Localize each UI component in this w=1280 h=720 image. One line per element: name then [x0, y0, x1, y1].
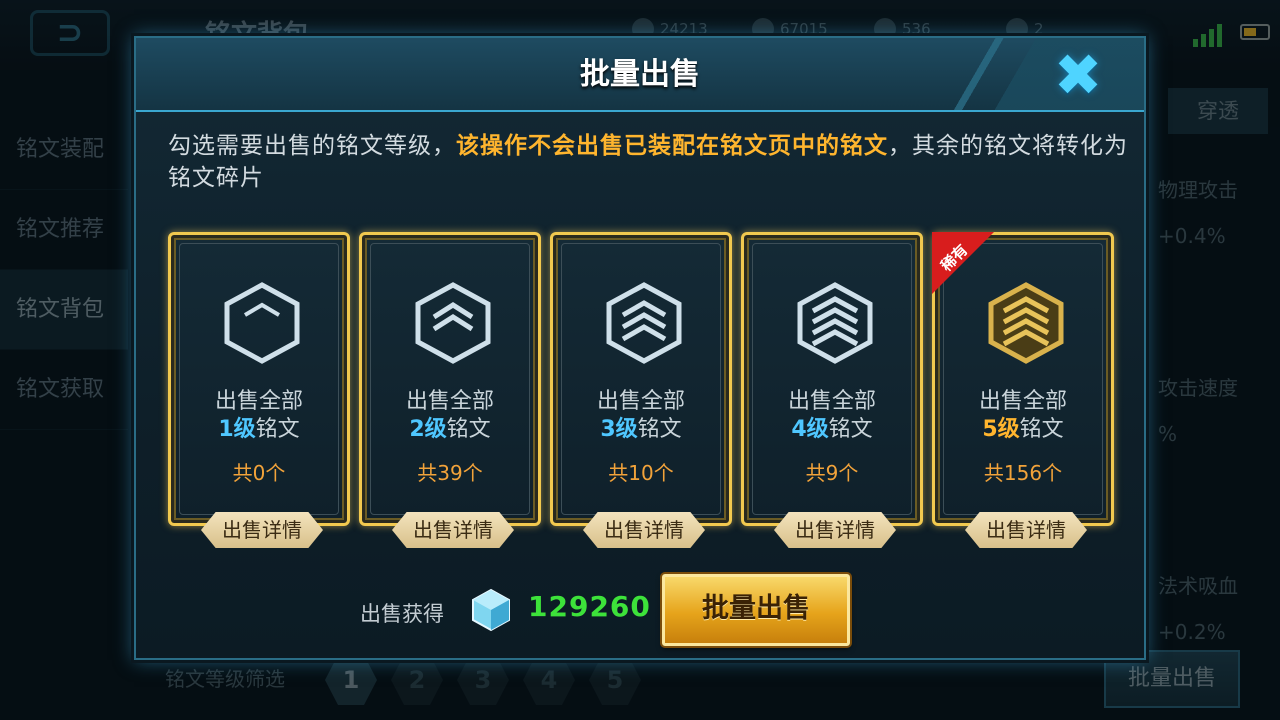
- level-cards: 出售全部 1级铭文 共0个 出售详情 出售全部 2级铭文 共39个 出售详情 出…: [168, 232, 1118, 552]
- sell-detail-button[interactable]: 出售详情: [965, 512, 1087, 548]
- card-count: 共156个: [983, 461, 1063, 485]
- rune-level-5-icon: [988, 282, 1064, 364]
- sell-card-level-2[interactable]: 出售全部 2级铭文 共39个 出售详情: [359, 232, 541, 548]
- close-icon[interactable]: ✖: [1050, 46, 1106, 104]
- card-count: 共39个: [417, 461, 483, 485]
- card-level: 2级铭文: [409, 417, 491, 442]
- sell-card-level-5[interactable]: 稀有 出售全部 5级铭文 共156个 出售详情: [932, 232, 1114, 548]
- card-count: 共0个: [232, 461, 286, 485]
- batch-sell-button[interactable]: 批量出售: [662, 574, 850, 646]
- sell-card-level-4[interactable]: 出售全部 4级铭文 共9个 出售详情: [741, 232, 923, 548]
- batch-sell-dialog: 批量出售 ✖ 勾选需要出售的铭文等级，该操作不会出售已装配在铭文页中的铭文，其余…: [134, 36, 1146, 660]
- sell-detail-button[interactable]: 出售详情: [774, 512, 896, 548]
- sell-card-level-3[interactable]: 出售全部 3级铭文 共10个 出售详情: [550, 232, 732, 548]
- card-level: 3级铭文: [600, 417, 682, 442]
- card-count: 共9个: [805, 461, 859, 485]
- dialog-description: 勾选需要出售的铭文等级，该操作不会出售已装配在铭文页中的铭文，其余的铭文将转化为…: [168, 133, 1128, 191]
- dialog-header: 批量出售 ✖: [136, 38, 1144, 112]
- sell-card-level-1[interactable]: 出售全部 1级铭文 共0个 出售详情: [168, 232, 350, 548]
- sell-detail-button[interactable]: 出售详情: [392, 512, 514, 548]
- card-count: 共10个: [608, 461, 674, 485]
- card-level: 5级铭文: [982, 417, 1064, 442]
- reward-value: 129260: [528, 590, 651, 623]
- sell-detail-button[interactable]: 出售详情: [201, 512, 323, 548]
- rune-level-3-icon: [606, 282, 682, 364]
- dialog-title: 批量出售: [580, 57, 700, 92]
- rune-level-4-icon: [797, 282, 873, 364]
- card-level: 1级铭文: [218, 417, 300, 442]
- reward-label: 出售获得: [360, 602, 444, 626]
- sell-detail-button[interactable]: 出售详情: [583, 512, 705, 548]
- rune-level-2-icon: [415, 282, 491, 364]
- gem-icon: [472, 588, 510, 632]
- rune-level-1-icon: [224, 282, 300, 364]
- card-level: 4级铭文: [791, 417, 873, 442]
